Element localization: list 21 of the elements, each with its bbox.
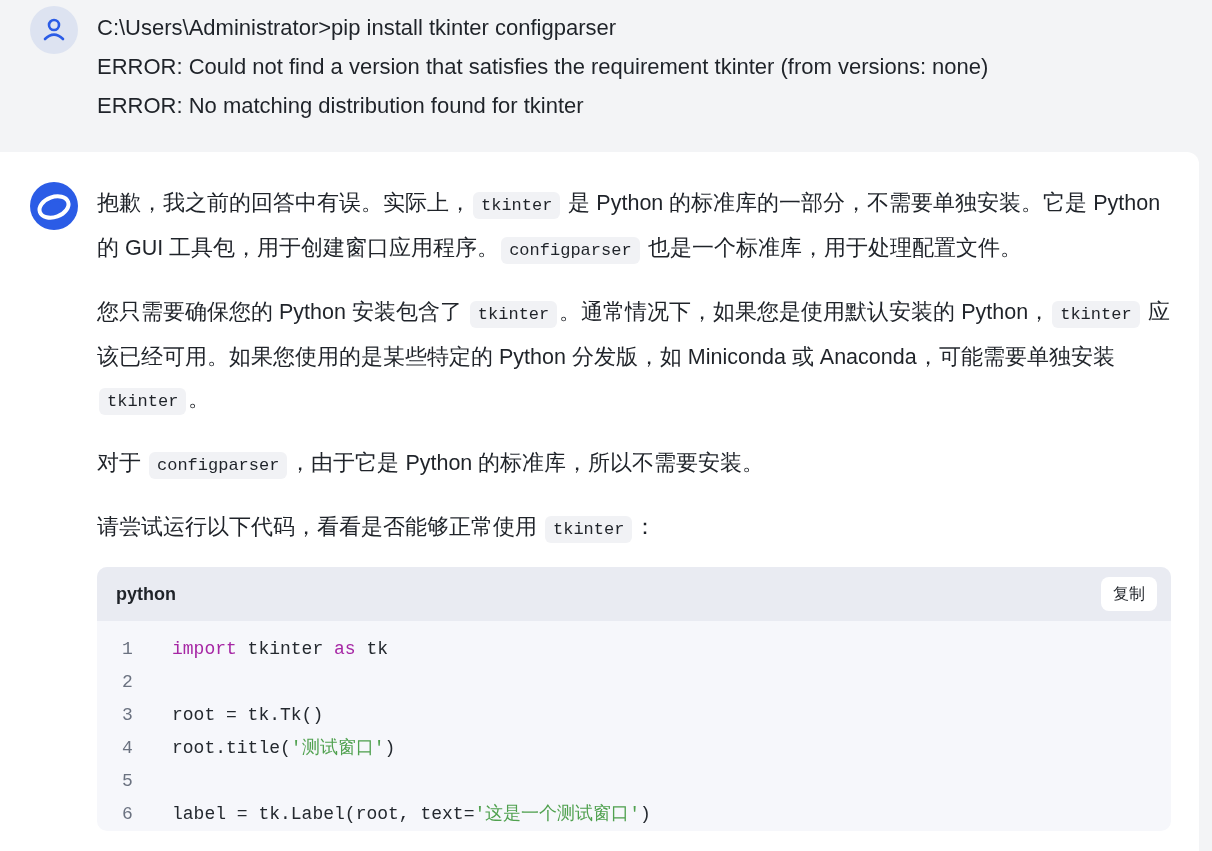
line-number: 4 [121, 737, 134, 760]
line-number: 6 [121, 803, 134, 826]
line-number: 3 [121, 704, 134, 727]
copy-button[interactable]: 复制 [1101, 577, 1157, 611]
code-line: root = tk.Tk() [172, 704, 324, 727]
message-line: ERROR: Could not find a version that satisfies the requirement tkinter (from versions: none) [97, 53, 989, 81]
paragraph: 请尝试运行以下代码，看看是否能够正常使用 tkinter ： [97, 506, 1171, 551]
code-line: root.title('测试窗口') [172, 737, 396, 760]
line-number: 1 [121, 638, 134, 661]
person-icon [43, 18, 65, 42]
code-line: import tkinter as tk [172, 638, 389, 661]
line-number: 2 [121, 671, 134, 694]
code-line: label = tk.Label(root, text='这是一个测试窗口') [172, 803, 651, 826]
code-language: python [116, 582, 176, 606]
paragraph: 抱歉，我之前的回答中有误。实际上， tkinter 是 Python 的标准库的一部分，不需要单独安装。它是 Python 的 GUI 工具包，用于创建窗口应用程序。 configparser 也是一个标准库，用于处理配置文件。 [97, 182, 1171, 272]
paragraph: 对于 configparser ，由于它是 Python 的标准库，所以不需要安装。 [97, 442, 1171, 487]
message-line: C:\Users\Administrator>pip install tkinter configparser [97, 14, 618, 42]
line-number: 5 [121, 770, 134, 793]
paragraph: 您只需要确保您的 Python 安装包含了 tkinter 。通常情况下，如果您是使用默认安装的 Python， tkinter 应该已经可用。如果您使用的是某些特定的 Python 分发版，如 Miniconda 或 Anaconda，可能需要单独安装 tkinter 。 [97, 291, 1171, 423]
message-line: ERROR: No matching distribution found for tkinter [97, 92, 585, 120]
assistant-logo-icon [30, 182, 78, 230]
